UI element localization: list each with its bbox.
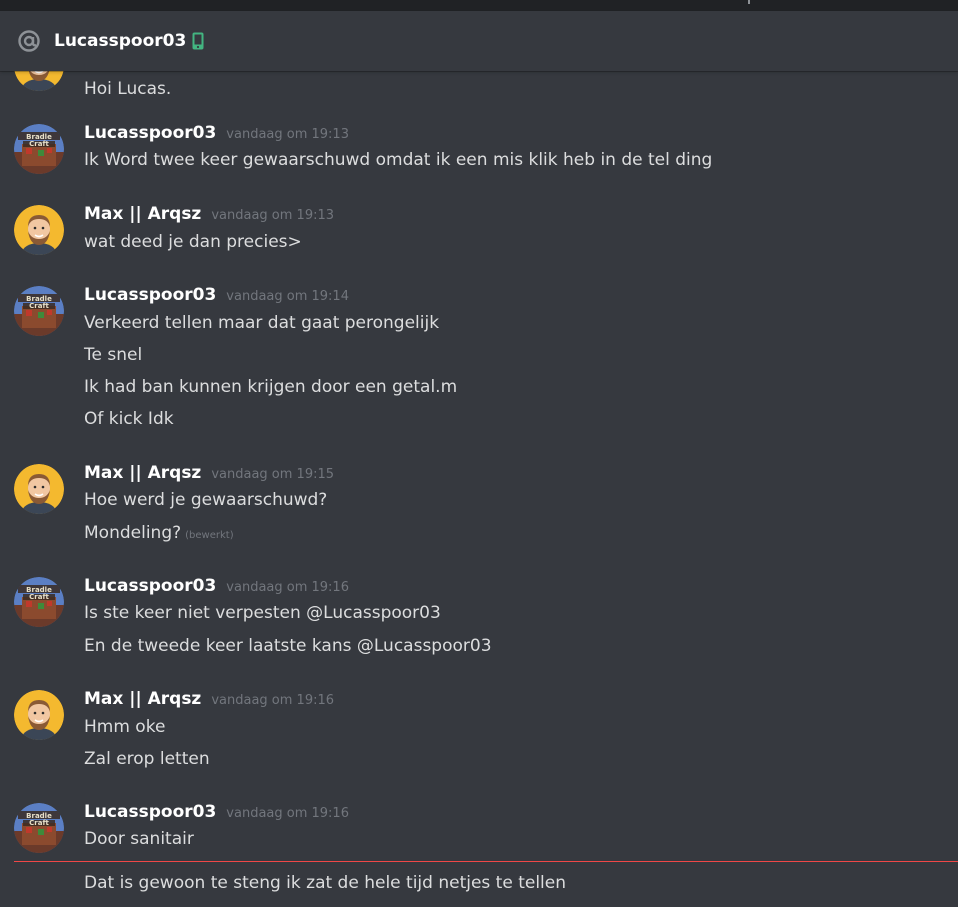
username[interactable]: Max || Arqsz: [84, 463, 201, 483]
mobile-phone-icon: [192, 31, 206, 51]
svg-text:Craft: Craft: [29, 302, 49, 310]
timestamp: vandaag om 19:14: [226, 289, 349, 304]
edited-label: (bewerkt): [185, 530, 234, 541]
message-text: Te snel: [84, 345, 143, 365]
username[interactable]: Lucasspoor03: [84, 285, 216, 305]
username[interactable]: Max || Arqsz: [84, 689, 201, 709]
bearded-man-avatar[interactable]: [14, 690, 64, 740]
minecraft-server-avatar[interactable]: Bradle Craft: [14, 286, 64, 336]
message-header: Lucasspoor03 vandaag om 19:13: [84, 123, 349, 143]
timestamp: vandaag om 19:16: [226, 580, 349, 595]
message-text: Zal erop letten: [84, 749, 210, 769]
message-text: Ik had ban kunnen krijgen door een getal…: [84, 377, 458, 397]
message-text: Mondeling?: [84, 523, 182, 543]
username[interactable]: Lucasspoor03: [84, 802, 216, 822]
dm-title[interactable]: Lucasspoor03: [54, 31, 186, 51]
timestamp: vandaag om 19:13: [211, 208, 335, 223]
bearded-man-avatar[interactable]: [14, 464, 64, 514]
timestamp: vandaag om 19:16: [226, 806, 349, 821]
username[interactable]: Lucasspoor03: [84, 576, 216, 596]
message-list[interactable]: Hoi Lucas. Bradle Craft Lucasspoor03 van…: [0, 71, 958, 907]
minecraft-server-avatar[interactable]: Bradle Craft: [14, 803, 64, 853]
message-text: Is ste keer niet verpesten @Lucasspoor03: [84, 603, 441, 623]
message-header: Max || Arqsz vandaag om 19:16: [84, 689, 334, 709]
timestamp: vandaag om 19:13: [226, 127, 349, 142]
minecraft-server-avatar[interactable]: Bradle Craft: [14, 577, 64, 627]
timestamp: vandaag om 19:15: [211, 467, 335, 482]
bearded-man-avatar[interactable]: [14, 71, 64, 91]
message-text: Hmm oke: [84, 717, 166, 737]
message-text: Dat is gewoon te steng ik zat de hele ti…: [84, 873, 567, 893]
message-text: Hoe werd je gewaarschuwd?: [84, 490, 328, 510]
bearded-man-avatar[interactable]: [14, 205, 64, 255]
message-text-edited: Mondeling? (bewerkt): [84, 523, 234, 543]
at-icon: [16, 28, 42, 54]
svg-text:Craft: Craft: [29, 593, 49, 601]
top-strip-mark: [748, 0, 750, 4]
username[interactable]: Max || Arqsz: [84, 204, 201, 224]
svg-text:Craft: Craft: [29, 819, 49, 827]
svg-text:Craft: Craft: [29, 140, 49, 148]
message-header: Lucasspoor03 vandaag om 19:16: [84, 576, 349, 596]
message-text: Of kick Idk: [84, 409, 174, 429]
message-header: Lucasspoor03 vandaag om 19:16: [84, 802, 349, 822]
dm-header: Lucasspoor03: [0, 11, 958, 71]
timestamp: vandaag om 19:16: [211, 693, 335, 708]
window-top-strip: [0, 0, 958, 11]
message-text: Hoi Lucas.: [84, 79, 172, 99]
message-header: Max || Arqsz vandaag om 19:15: [84, 463, 334, 483]
message-text: Door sanitair: [84, 829, 194, 849]
message-text: Verkeerd tellen maar dat gaat perongelij…: [84, 313, 440, 333]
new-messages-divider: [14, 861, 958, 862]
message-header: Lucasspoor03 vandaag om 19:14: [84, 285, 349, 305]
minecraft-server-avatar[interactable]: Bradle Craft: [14, 124, 64, 174]
username[interactable]: Lucasspoor03: [84, 123, 216, 143]
message-text: Ik Word twee keer gewaarschuwd omdat ik …: [84, 150, 713, 170]
message-text: wat deed je dan precies>: [84, 232, 302, 252]
message-text: En de tweede keer laatste kans @Lucasspo…: [84, 636, 492, 656]
message-header: Max || Arqsz vandaag om 19:13: [84, 204, 334, 224]
